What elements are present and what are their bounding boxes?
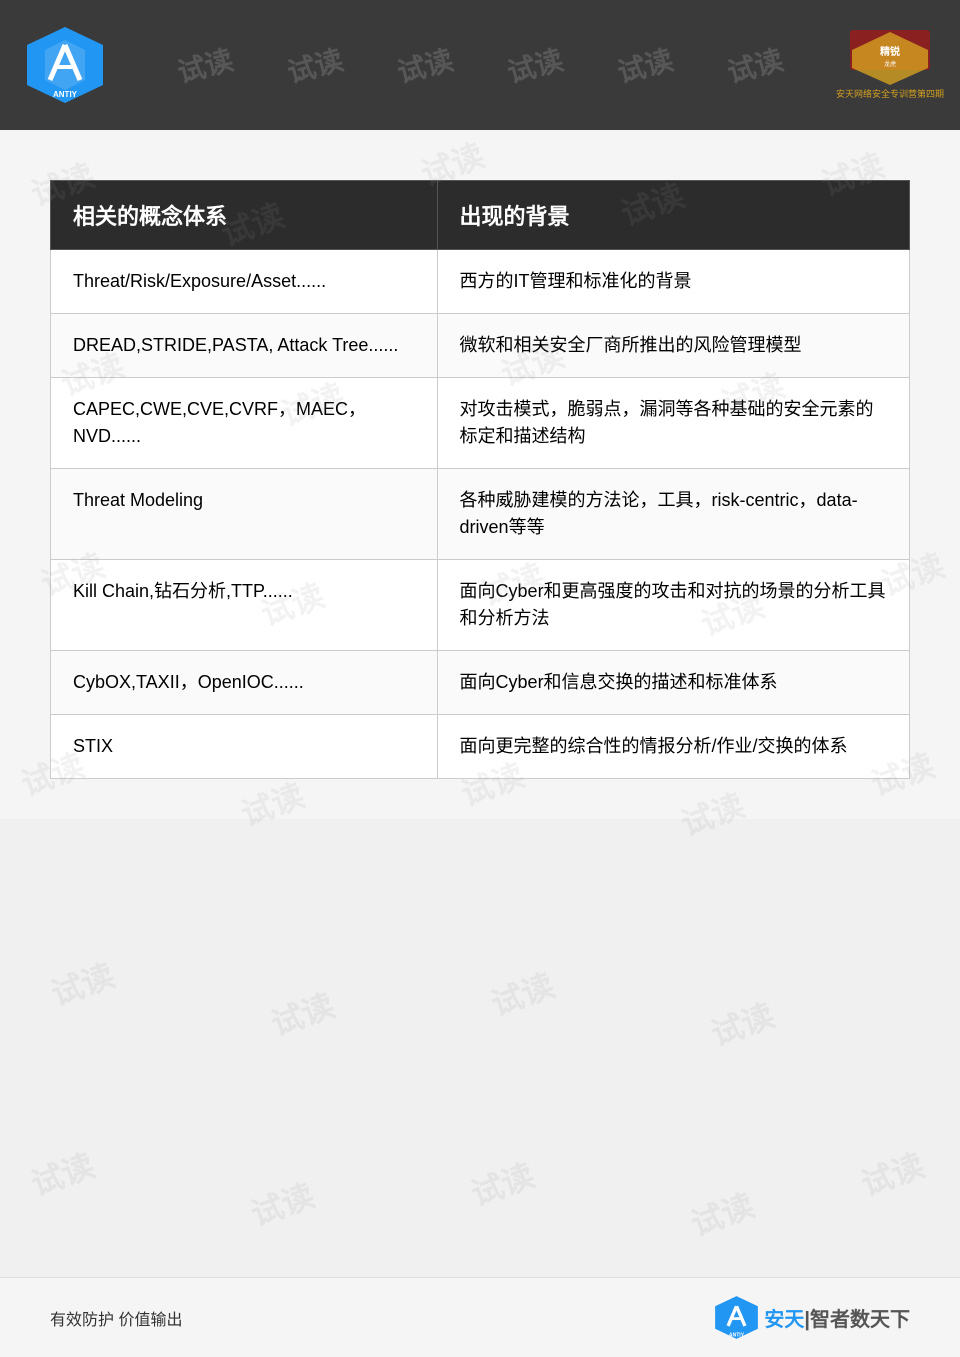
watermark-text: 试读 [244, 1170, 320, 1235]
table-cell-concept: Threat Modeling [51, 469, 438, 560]
header-watermarks: 试读 试读 试读 试读 试读 试读 [130, 45, 830, 85]
header-wm-2: 试读 [283, 38, 347, 91]
watermark-text: 试读 [44, 950, 120, 1015]
table-cell-concept: CAPEC,CWE,CVE,CVRF，MAEC，NVD...... [51, 378, 438, 469]
table-row: CybOX,TAXII，OpenIOC......面向Cyber和信息交换的描述… [51, 651, 910, 715]
table-cell-concept: Kill Chain,钻石分析,TTP...... [51, 560, 438, 651]
header-wm-6: 试读 [723, 38, 787, 91]
watermark-text: 试读 [464, 1150, 540, 1215]
watermark-text: 试读 [484, 960, 560, 1025]
watermark-text: 试读 [854, 1140, 930, 1205]
header-wm-3: 试读 [393, 38, 457, 91]
table-row: Kill Chain,钻石分析,TTP......面向Cyber和更高强度的攻击… [51, 560, 910, 651]
table-row: CAPEC,CWE,CVE,CVRF，MAEC，NVD......对攻击模式，脆… [51, 378, 910, 469]
footer-logo-icon: ANTIY [714, 1295, 759, 1340]
table-cell-background: 面向Cyber和更高强度的攻击和对抗的场景的分析工具和分析方法 [437, 560, 909, 651]
table-row: Threat/Risk/Exposure/Asset......西方的IT管理和… [51, 250, 910, 314]
col1-header: 相关的概念体系 [51, 181, 438, 250]
logo-area: ANTIY [0, 0, 130, 130]
table-cell-background: 面向更完整的综合性的情报分析/作业/交换的体系 [437, 715, 909, 779]
watermark-text: 试读 [264, 980, 340, 1045]
footer: 有效防护 价值输出 ANTIY 安天|智者数天下 [0, 1277, 960, 1357]
header-wm-4: 试读 [503, 38, 567, 91]
brand-logo-svg: 精锐 龙虎 [850, 30, 930, 85]
table-row: STIX面向更完整的综合性的情报分析/作业/交换的体系 [51, 715, 910, 779]
table-cell-background: 各种威胁建模的方法论，工具，risk-centric，data-driven等等 [437, 469, 909, 560]
table-cell-background: 西方的IT管理和标准化的背景 [437, 250, 909, 314]
table-cell-concept: STIX [51, 715, 438, 779]
footer-brand-text: 安天|智者数天下 [764, 1303, 910, 1332]
header: ANTIY 试读 试读 试读 试读 试读 试读 精锐 龙虎 安天网络安全专训营第… [0, 0, 960, 130]
svg-text:精锐: 精锐 [880, 45, 900, 58]
svg-text:龙虎: 龙虎 [884, 60, 896, 68]
table-row: Threat Modeling各种威胁建模的方法论，工具，risk-centri… [51, 469, 910, 560]
antiy-logo-svg: ANTIY [25, 25, 105, 105]
table-cell-concept: DREAD,STRIDE,PASTA, Attack Tree...... [51, 314, 438, 378]
watermark-text: 试读 [704, 990, 780, 1055]
watermark-text: 试读 [24, 1140, 100, 1205]
svg-text:ANTIY: ANTIY [53, 90, 78, 99]
col2-header: 出现的背景 [437, 181, 909, 250]
table-cell-background: 面向Cyber和信息交换的描述和标准体系 [437, 651, 909, 715]
svg-text:ANTIY: ANTIY [729, 1333, 745, 1339]
table-cell-concept: CybOX,TAXII，OpenIOC...... [51, 651, 438, 715]
table-cell-background: 微软和相关安全厂商所推出的风险管理模型 [437, 314, 909, 378]
table-row: DREAD,STRIDE,PASTA, Attack Tree......微软和… [51, 314, 910, 378]
footer-brand: ANTIY 安天|智者数天下 [714, 1295, 910, 1340]
concept-table: 相关的概念体系 出现的背景 Threat/Risk/Exposure/Asset… [50, 180, 910, 779]
watermark-text: 试读 [684, 1180, 760, 1245]
main-content: 相关的概念体系 出现的背景 Threat/Risk/Exposure/Asset… [0, 130, 960, 819]
footer-tagline: 有效防护 价值输出 [50, 1306, 182, 1330]
brand-subtitle: 安天网络安全专训营第四期 [836, 87, 944, 100]
header-wm-1: 试读 [173, 38, 237, 91]
table-cell-background: 对攻击模式，脆弱点，漏洞等各种基础的安全元素的标定和描述结构 [437, 378, 909, 469]
table-cell-concept: Threat/Risk/Exposure/Asset...... [51, 250, 438, 314]
header-brand: 精锐 龙虎 安天网络安全专训营第四期 [830, 15, 950, 115]
header-wm-5: 试读 [613, 38, 677, 91]
